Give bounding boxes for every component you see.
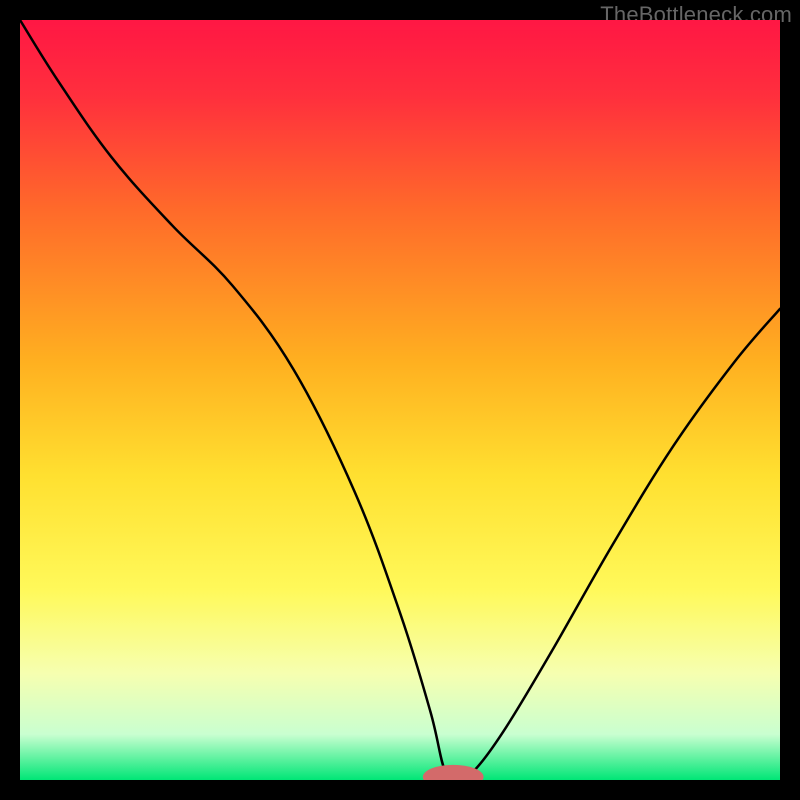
plot-area xyxy=(20,20,780,780)
chart-svg xyxy=(20,20,780,780)
gradient-background xyxy=(20,20,780,780)
chart-frame: TheBottleneck.com xyxy=(0,0,800,800)
